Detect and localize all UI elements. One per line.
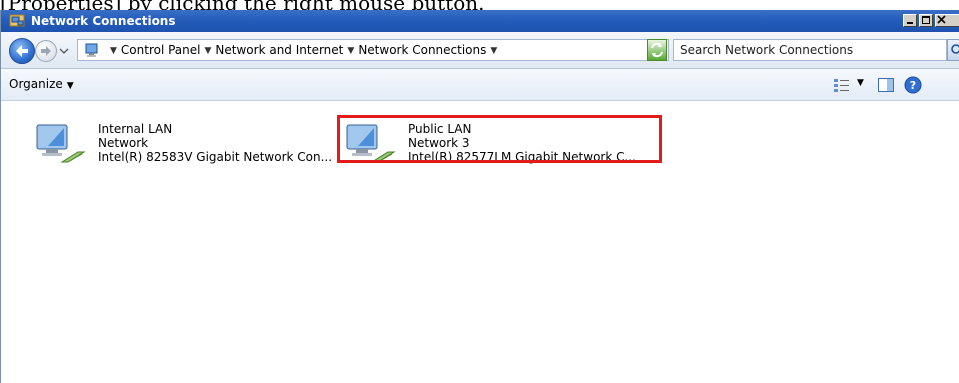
- breadcrumb-chevron-icon[interactable]: ▼: [110, 46, 117, 56]
- network-folder-icon: [9, 13, 25, 32]
- network-adapter-icon: [344, 122, 404, 169]
- breadcrumb-control-panel[interactable]: Control Panel: [121, 43, 201, 57]
- search-icon: [951, 44, 959, 54]
- connection-name: Public LAN: [408, 122, 472, 136]
- connection-name: Internal LAN: [98, 122, 173, 136]
- search-button[interactable]: [947, 39, 959, 61]
- connection-adapter: Intel(R) 82583V Gigabit Network Con...: [98, 150, 333, 164]
- explorer-window: Network Connections ▼ Control Panel ▼ Ne…: [0, 10, 959, 383]
- organize-label: Organize: [9, 77, 63, 91]
- command-bar: Organize ▼ ▼ ?: [1, 69, 959, 101]
- window-title: Network Connections: [31, 14, 176, 28]
- minimize-button[interactable]: [903, 14, 917, 27]
- connection-item-public-lan[interactable]: Public LAN Network 3 Intel(R) 82577LM Gi…: [344, 122, 654, 166]
- connection-details: Internal LAN Network Intel(R) 82583V Gig…: [98, 122, 332, 164]
- forward-arrow-icon: [41, 46, 51, 56]
- views-chevron-down-icon[interactable]: ▼: [857, 78, 864, 88]
- close-button[interactable]: [935, 14, 959, 27]
- address-bar: ▼ Control Panel ▼ Network and Internet ▼ Netw…: [1, 32, 959, 69]
- search-input[interactable]: Search Network Connections: [673, 39, 947, 61]
- title-bar[interactable]: Network Connections: [1, 10, 959, 32]
- chevron-down-icon: ▼: [66, 81, 74, 91]
- search-placeholder: Search Network Connections: [680, 43, 854, 57]
- connection-network: Network 3: [408, 136, 470, 150]
- breadcrumb-chevron-icon[interactable]: ▼: [205, 46, 212, 56]
- refresh-button[interactable]: [647, 39, 667, 61]
- back-arrow-icon: [16, 45, 28, 57]
- connection-adapter: Intel(R) 82577LM Gigabit Network C...: [408, 150, 636, 164]
- breadcrumb-network-and-internet[interactable]: Network and Internet: [215, 43, 343, 57]
- organize-button[interactable]: Organize ▼: [9, 69, 74, 102]
- address-field[interactable]: ▼ Control Panel ▼ Network and Internet ▼ Netw…: [77, 39, 669, 61]
- forward-button[interactable]: [35, 40, 57, 62]
- breadcrumb: ▼ Control Panel ▼ Network and Internet ▼ Netw…: [106, 40, 501, 60]
- breadcrumb-network-connections[interactable]: Network Connections: [358, 43, 486, 57]
- help-icon[interactable]: ?: [904, 76, 922, 97]
- maximize-button[interactable]: [919, 14, 933, 27]
- svg-text:?: ?: [910, 79, 916, 92]
- connection-network: Network: [98, 136, 149, 150]
- connection-details: Public LAN Network 3 Intel(R) 82577LM Gi…: [408, 122, 636, 164]
- refresh-icon: [651, 42, 663, 58]
- connection-item-internal-lan[interactable]: Internal LAN Network Intel(R) 82583V Gig…: [34, 122, 334, 166]
- breadcrumb-chevron-icon[interactable]: ▼: [347, 46, 354, 56]
- breadcrumb-chevron-icon[interactable]: ▼: [490, 46, 497, 56]
- back-button[interactable]: [9, 38, 35, 64]
- preview-pane-icon[interactable]: [877, 77, 895, 96]
- control-panel-icon: [84, 42, 100, 61]
- recent-pages-chevron-icon[interactable]: [59, 45, 69, 59]
- views-icon[interactable]: [833, 77, 851, 96]
- network-adapter-icon: [34, 122, 94, 169]
